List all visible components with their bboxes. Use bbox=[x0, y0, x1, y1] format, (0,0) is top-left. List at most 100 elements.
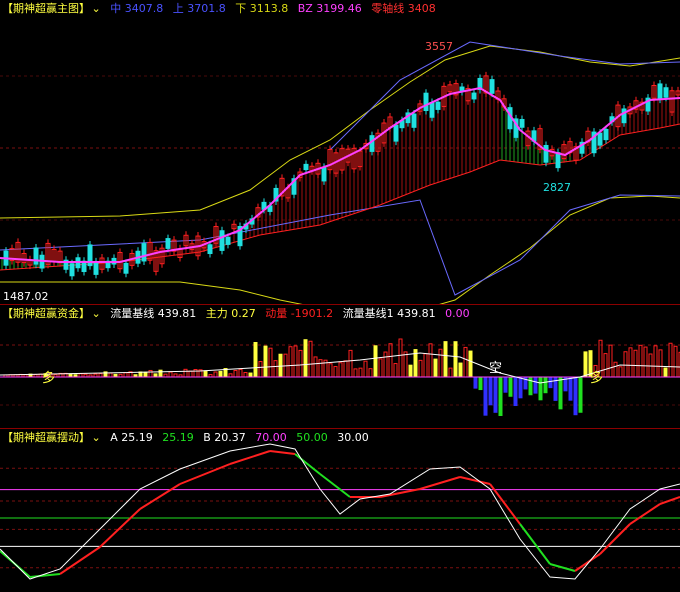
fund-flow-bar bbox=[343, 360, 348, 378]
candle-body bbox=[543, 144, 549, 163]
candle-body bbox=[489, 79, 495, 94]
fund-flow-bar bbox=[518, 376, 523, 399]
osc-b-curve-segment bbox=[419, 476, 461, 490]
candle-body bbox=[657, 83, 663, 100]
long-signal-label-2: 多 bbox=[590, 371, 604, 386]
fund-header: 【期神超赢资金】 ⌄ 流量基线 439.81 主力 0.27 动量 -1901.… bbox=[2, 307, 476, 321]
indicator-lower: 下 3113.8 bbox=[235, 2, 289, 15]
osc-b-curve-segment bbox=[629, 503, 661, 525]
fund-flow-bar bbox=[408, 364, 413, 378]
fund-flow-bar bbox=[433, 358, 438, 378]
indicator-upper: 上 3701.8 bbox=[172, 2, 226, 15]
fund-flow-bar bbox=[663, 367, 668, 378]
candle-body bbox=[411, 113, 417, 128]
candle-body bbox=[141, 243, 147, 262]
oscillator-canvas[interactable] bbox=[0, 429, 680, 592]
fund-flow-bar bbox=[618, 366, 623, 378]
fund-flow-bar bbox=[453, 341, 458, 378]
candle-body bbox=[555, 152, 561, 169]
fund-flow-bar bbox=[658, 349, 663, 378]
osc-b-curve-segment bbox=[99, 508, 141, 548]
osc-header: 【期神超赢摆动】 ⌄ A 25.19 25.19 B 20.37 70.00 5… bbox=[2, 431, 375, 445]
candle-body bbox=[423, 92, 429, 112]
fund-baseline-1: 流量基线1 439.81 bbox=[342, 307, 436, 320]
fund-flow-bar bbox=[203, 370, 208, 378]
main-chart-header: 【期神超赢主图】 ⌄ 中 3407.8 上 3701.8 下 3113.8 BZ… bbox=[2, 2, 442, 16]
oscillator-panel[interactable]: 【期神超赢摆动】 ⌄ A 25.19 25.19 B 20.37 70.00 5… bbox=[0, 428, 680, 591]
fund-flow-bar bbox=[348, 349, 353, 378]
osc-b-curve-segment bbox=[294, 453, 321, 475]
candle-body bbox=[165, 238, 171, 249]
fund-flow-bar bbox=[213, 371, 218, 378]
osc-b-value: B 20.37 bbox=[203, 431, 246, 444]
candle-body bbox=[33, 247, 39, 265]
fund-flow-bar bbox=[353, 368, 358, 378]
chevron-down-icon[interactable]: ⌄ bbox=[92, 431, 101, 444]
candle-body bbox=[69, 263, 75, 277]
fund-flow-bar bbox=[318, 359, 323, 378]
long-signal-label: 多 bbox=[42, 371, 56, 386]
indicator-mid: 中 3407.8 bbox=[110, 2, 164, 15]
fund-flow-bar bbox=[248, 372, 253, 378]
fund-flow-bar bbox=[643, 346, 648, 378]
candle-body bbox=[219, 230, 225, 251]
osc-b-curve-segment bbox=[379, 488, 421, 498]
fund-flow-bar bbox=[98, 373, 103, 378]
candle-body bbox=[93, 261, 99, 275]
fund-flow-bar bbox=[263, 345, 268, 378]
fund-flow-bar bbox=[448, 367, 453, 378]
candle-body bbox=[597, 132, 603, 146]
osc-b-curve-segment bbox=[574, 553, 601, 572]
fund-flow-bar bbox=[158, 369, 163, 378]
fund-flow-bar bbox=[443, 341, 448, 378]
candle-body bbox=[435, 101, 441, 110]
fund-flow-bar bbox=[288, 346, 293, 378]
fund-flow-panel[interactable]: 【期神超赢资金】 ⌄ 流量基线 439.81 主力 0.27 动量 -1901.… bbox=[0, 304, 680, 428]
fund-flow-bar bbox=[488, 376, 493, 406]
short-signal-label: 空 bbox=[489, 361, 503, 376]
mid-band-line bbox=[0, 194, 680, 296]
osc-b-curve-segment bbox=[229, 450, 271, 465]
fund-flow-bar bbox=[328, 363, 333, 378]
fund-momentum: 动量 -1901.2 bbox=[265, 307, 334, 320]
fund-flow-bar bbox=[373, 345, 378, 378]
candle-body bbox=[519, 118, 525, 128]
fund-baseline: 流量基线 439.81 bbox=[110, 307, 197, 320]
fund-flow-bar bbox=[463, 346, 468, 378]
zero-axis-line bbox=[0, 123, 680, 271]
fund-flow-bar bbox=[673, 345, 678, 378]
fund-main-force: 主力 0.27 bbox=[205, 307, 256, 320]
fund-flow-bar bbox=[363, 360, 368, 378]
osc-b-curve-segment bbox=[179, 463, 231, 485]
fund-flow-bar bbox=[148, 369, 153, 378]
fund-flow-bar bbox=[183, 368, 188, 378]
main-chart-panel[interactable]: 【期神超赢主图】 ⌄ 中 3407.8 上 3701.8 下 3113.8 BZ… bbox=[0, 0, 680, 304]
fund-flow-bar bbox=[613, 361, 618, 378]
trough-price-label: 2827 bbox=[543, 181, 571, 194]
candle-body bbox=[621, 108, 627, 124]
fund-flow-bar bbox=[253, 342, 258, 378]
indicator-zero-line: 零轴线 3408 bbox=[371, 2, 436, 15]
lower-band-line bbox=[0, 195, 680, 304]
fund-flow-bar bbox=[558, 376, 563, 410]
fund-flow-bar bbox=[533, 376, 538, 394]
chevron-down-icon[interactable]: ⌄ bbox=[92, 2, 101, 15]
fund-flow-bar bbox=[473, 376, 478, 389]
fund-flow-bar bbox=[423, 353, 428, 378]
chevron-down-icon[interactable]: ⌄ bbox=[92, 307, 101, 320]
peak-price-label: 3557 bbox=[425, 40, 453, 53]
fund-flow-bar bbox=[298, 349, 303, 378]
candle-body bbox=[603, 128, 609, 141]
fund-flow-bar bbox=[503, 376, 508, 393]
main-chart-canvas[interactable] bbox=[0, 0, 680, 304]
fund-flow-bar bbox=[393, 363, 398, 378]
fund-flow-bar bbox=[168, 371, 173, 378]
osc-b-curve-segment bbox=[269, 450, 296, 455]
fund-flow-bar bbox=[513, 376, 518, 407]
fund-flow-bar bbox=[338, 362, 343, 378]
fund-flow-bar bbox=[458, 362, 463, 378]
main-chart-title: 【期神超赢主图】 bbox=[2, 2, 90, 15]
candle-body bbox=[303, 163, 309, 171]
fund-flow-bar bbox=[418, 359, 423, 378]
fund-flow-canvas[interactable] bbox=[0, 305, 680, 429]
